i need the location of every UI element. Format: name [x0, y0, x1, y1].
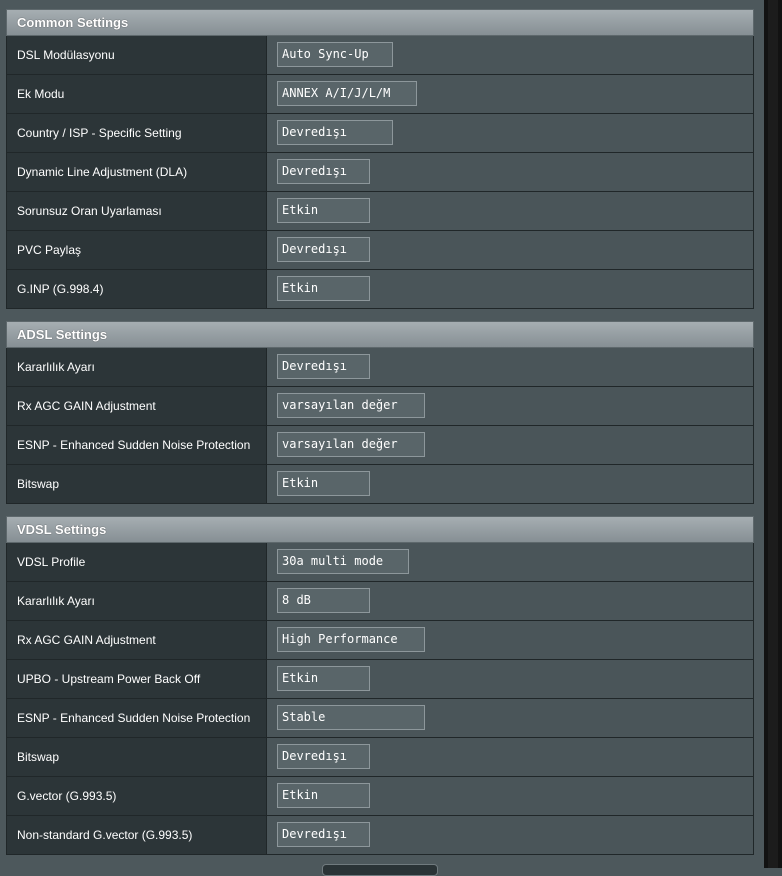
vdsl-settings-section: VDSL Settings VDSL Profile 30a multi mod…: [6, 516, 754, 855]
country-isp-row: Country / ISP - Specific Setting Devredı…: [6, 114, 754, 153]
adsl-rx-agc-row: Rx AGC GAIN Adjustment varsayılan değer: [6, 387, 754, 426]
vdsl-bitswap-select[interactable]: Devredışı: [277, 744, 370, 769]
vdsl-settings-header: VDSL Settings: [6, 516, 754, 543]
dsl-modulation-row: DSL Modülasyonu Auto Sync-Up: [6, 36, 754, 75]
common-settings-section: Common Settings DSL Modülasyonu Auto Syn…: [6, 9, 754, 309]
vdsl-rx-agc-row: Rx AGC GAIN Adjustment High Performance: [6, 621, 754, 660]
country-isp-select[interactable]: Devredışı: [277, 120, 393, 145]
vdsl-gvector-row: G.vector (G.993.5) Etkin: [6, 777, 754, 816]
ginp-select[interactable]: Etkin: [277, 276, 370, 301]
vdsl-nonstd-gvector-row: Non-standard G.vector (G.993.5) Devredış…: [6, 816, 754, 855]
vdsl-nonstd-gvector-label: Non-standard G.vector (G.993.5): [7, 816, 267, 854]
vdsl-rx-agc-select[interactable]: High Performance: [277, 627, 425, 652]
annex-mode-row: Ek Modu ANNEX A/I/J/L/M: [6, 75, 754, 114]
vdsl-upbo-label: UPBO - Upstream Power Back Off: [7, 660, 267, 698]
seamless-rate-row: Sorunsuz Oran Uyarlaması Etkin: [6, 192, 754, 231]
dla-row: Dynamic Line Adjustment (DLA) Devredışı: [6, 153, 754, 192]
scrollbar[interactable]: [764, 0, 782, 868]
country-isp-label: Country / ISP - Specific Setting: [7, 114, 267, 152]
adsl-settings-header: ADSL Settings: [6, 321, 754, 348]
vdsl-stability-row: Kararlılık Ayarı 8 dB: [6, 582, 754, 621]
vdsl-upbo-select[interactable]: Etkin: [277, 666, 370, 691]
adsl-esnp-select[interactable]: varsayılan değer: [277, 432, 425, 457]
dsl-modulation-select[interactable]: Auto Sync-Up: [277, 42, 393, 67]
adsl-rx-agc-label: Rx AGC GAIN Adjustment: [7, 387, 267, 425]
vdsl-rx-agc-label: Rx AGC GAIN Adjustment: [7, 621, 267, 659]
dla-label: Dynamic Line Adjustment (DLA): [7, 153, 267, 191]
vdsl-esnp-select[interactable]: Stable: [277, 705, 425, 730]
seamless-rate-select[interactable]: Etkin: [277, 198, 370, 223]
pvc-share-row: PVC Paylaş Devredışı: [6, 231, 754, 270]
vdsl-stability-label: Kararlılık Ayarı: [7, 582, 267, 620]
pvc-share-select[interactable]: Devredışı: [277, 237, 370, 262]
adsl-esnp-row: ESNP - Enhanced Sudden Noise Protection …: [6, 426, 754, 465]
pvc-share-label: PVC Paylaş: [7, 231, 267, 269]
scrollbar-thumb[interactable]: [768, 0, 778, 868]
adsl-settings-section: ADSL Settings Kararlılık Ayarı Devredışı…: [6, 321, 754, 504]
vdsl-gvector-select[interactable]: Etkin: [277, 783, 370, 808]
dsl-modulation-label: DSL Modülasyonu: [7, 36, 267, 74]
adsl-bitswap-select[interactable]: Etkin: [277, 471, 370, 496]
adsl-esnp-label: ESNP - Enhanced Sudden Noise Protection: [7, 426, 267, 464]
vdsl-stability-select[interactable]: 8 dB: [277, 588, 370, 613]
adsl-stability-row: Kararlılık Ayarı Devredışı: [6, 348, 754, 387]
ginp-label: G.INP (G.998.4): [7, 270, 267, 308]
vdsl-gvector-label: G.vector (G.993.5): [7, 777, 267, 815]
vdsl-esnp-label: ESNP - Enhanced Sudden Noise Protection: [7, 699, 267, 737]
vdsl-profile-row: VDSL Profile 30a multi mode: [6, 543, 754, 582]
vdsl-bitswap-row: Bitswap Devredışı: [6, 738, 754, 777]
common-settings-header: Common Settings: [6, 9, 754, 36]
seamless-rate-label: Sorunsuz Oran Uyarlaması: [7, 192, 267, 230]
adsl-bitswap-label: Bitswap: [7, 465, 267, 503]
vdsl-bitswap-label: Bitswap: [7, 738, 267, 776]
vdsl-upbo-row: UPBO - Upstream Power Back Off Etkin: [6, 660, 754, 699]
apply-button[interactable]: [322, 864, 438, 876]
adsl-stability-label: Kararlılık Ayarı: [7, 348, 267, 386]
vdsl-profile-label: VDSL Profile: [7, 543, 267, 581]
annex-mode-select[interactable]: ANNEX A/I/J/L/M: [277, 81, 417, 106]
vdsl-nonstd-gvector-select[interactable]: Devredışı: [277, 822, 370, 847]
vdsl-profile-select[interactable]: 30a multi mode: [277, 549, 409, 574]
adsl-stability-select[interactable]: Devredışı: [277, 354, 370, 379]
ginp-row: G.INP (G.998.4) Etkin: [6, 270, 754, 309]
adsl-rx-agc-select[interactable]: varsayılan değer: [277, 393, 425, 418]
dla-select[interactable]: Devredışı: [277, 159, 370, 184]
vdsl-esnp-row: ESNP - Enhanced Sudden Noise Protection …: [6, 699, 754, 738]
adsl-bitswap-row: Bitswap Etkin: [6, 465, 754, 504]
annex-mode-label: Ek Modu: [7, 75, 267, 113]
